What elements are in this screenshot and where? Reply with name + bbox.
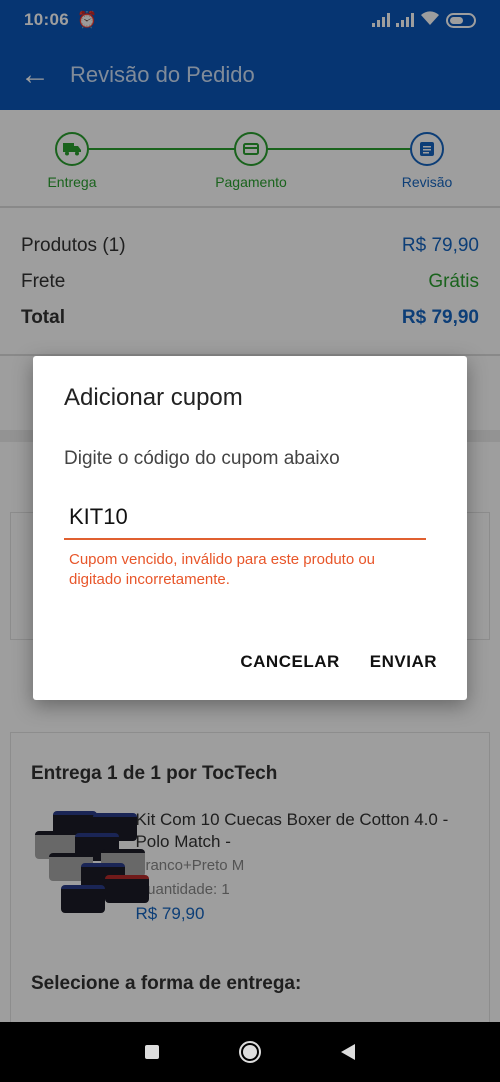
dialog-message: Digite o código do cupom abaixo bbox=[64, 448, 340, 469]
dialog-title: Adicionar cupom bbox=[64, 384, 243, 411]
system-nav-bar bbox=[0, 1022, 500, 1082]
coupon-input[interactable] bbox=[64, 500, 426, 540]
coupon-error: Cupom vencido, inválido para este produt… bbox=[69, 551, 376, 588]
recents-icon[interactable] bbox=[145, 1045, 159, 1059]
back-icon[interactable] bbox=[341, 1044, 355, 1060]
home-icon[interactable] bbox=[239, 1041, 261, 1063]
cancel-button[interactable]: CANCELAR bbox=[240, 652, 339, 672]
dialog-actions: CANCELAR ENVIAR bbox=[240, 652, 437, 672]
coupon-dialog: Adicionar cupom Digite o código do cupom… bbox=[33, 356, 467, 700]
submit-button[interactable]: ENVIAR bbox=[370, 652, 437, 672]
